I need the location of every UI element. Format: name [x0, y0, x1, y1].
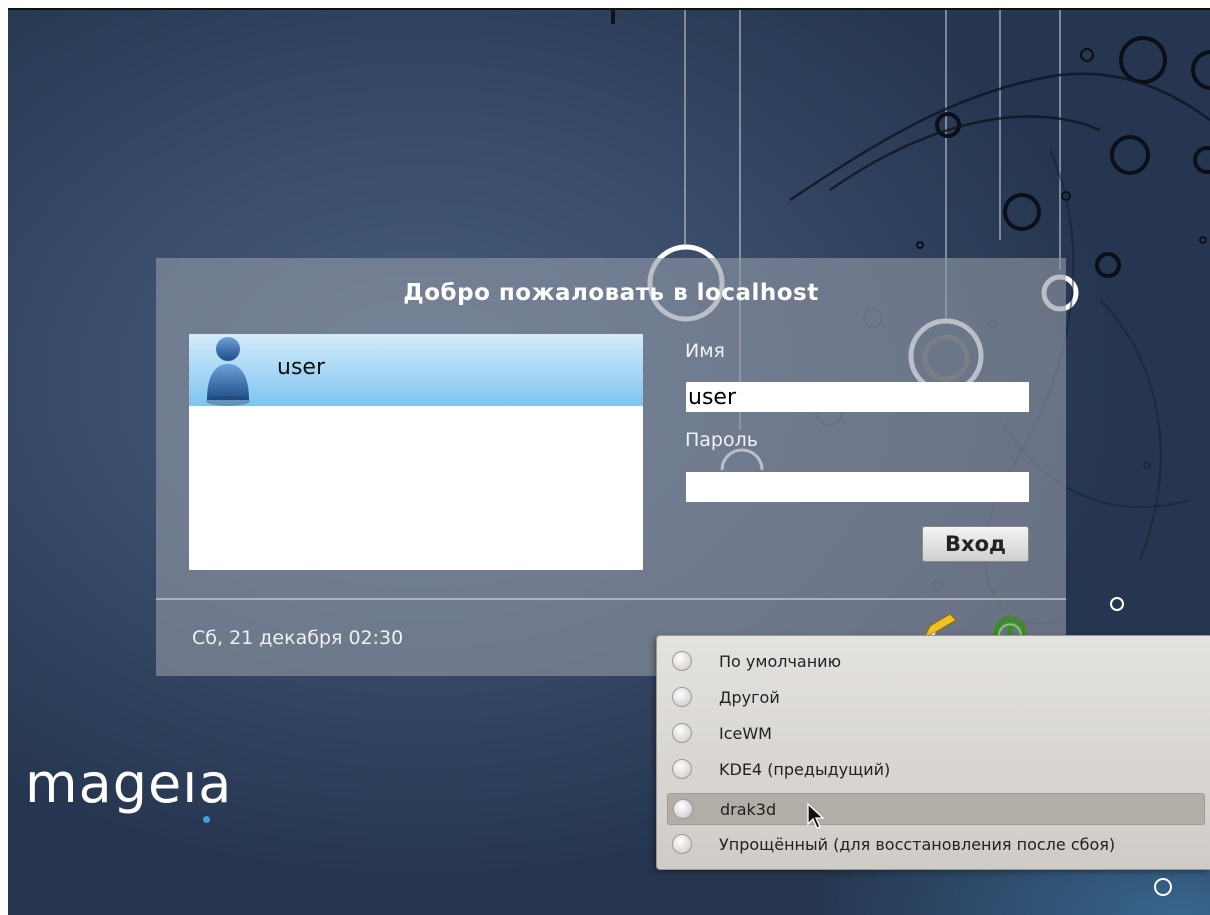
datetime: Сб, 21 декабря 02:30: [192, 627, 404, 649]
mageia-logo: mageıa: [25, 752, 233, 815]
login-button[interactable]: Вход: [922, 526, 1029, 562]
user-list[interactable]: user: [189, 334, 643, 570]
password-input[interactable]: [686, 472, 1029, 502]
session-option-label: По умолчанию: [719, 652, 842, 671]
user-avatar-icon: [206, 337, 250, 406]
user-list-item[interactable]: user: [189, 334, 643, 406]
radio-button[interactable]: [672, 834, 692, 854]
session-option-label: IceWM: [719, 724, 772, 743]
welcome-title: Добро пожаловать в localhost: [403, 280, 819, 306]
radio-button[interactable]: [673, 799, 693, 819]
mouse-cursor-icon: [807, 802, 825, 829]
username-label: Имя: [685, 340, 725, 362]
radio-button[interactable]: [672, 651, 692, 671]
user-list-name: user: [277, 355, 325, 380]
session-option-label: Упрощённый (для восстановления после сбо…: [719, 835, 1116, 854]
session-option-drak3d[interactable]: drak3d: [667, 793, 1205, 825]
radio-button[interactable]: [672, 723, 692, 743]
session-option-kde4[interactable]: KDE4 (предыдущий): [667, 754, 1205, 786]
session-option-label: Другой: [719, 688, 780, 707]
radio-button[interactable]: [672, 759, 692, 779]
session-option-failsafe[interactable]: Упрощённый (для восстановления после сбо…: [667, 829, 1205, 861]
login-panel: Добро пожаловать в localhost user Имя Па…: [156, 258, 1066, 676]
session-option-label: KDE4 (предыдущий): [719, 760, 891, 779]
radio-button[interactable]: [672, 687, 692, 707]
logo-dot: [203, 816, 210, 823]
panel-divider: [156, 598, 1066, 600]
session-option-default[interactable]: По умолчанию: [667, 646, 1205, 678]
password-label: Пароль: [685, 429, 758, 451]
session-option-label: drak3d: [720, 800, 777, 819]
username-input[interactable]: [686, 382, 1029, 412]
session-option-other[interactable]: Другой: [667, 682, 1205, 714]
session-option-icewm[interactable]: IceWM: [667, 718, 1205, 750]
session-menu: По умолчанию Другой IceWM KDE4 (предыдущ…: [656, 635, 1210, 870]
